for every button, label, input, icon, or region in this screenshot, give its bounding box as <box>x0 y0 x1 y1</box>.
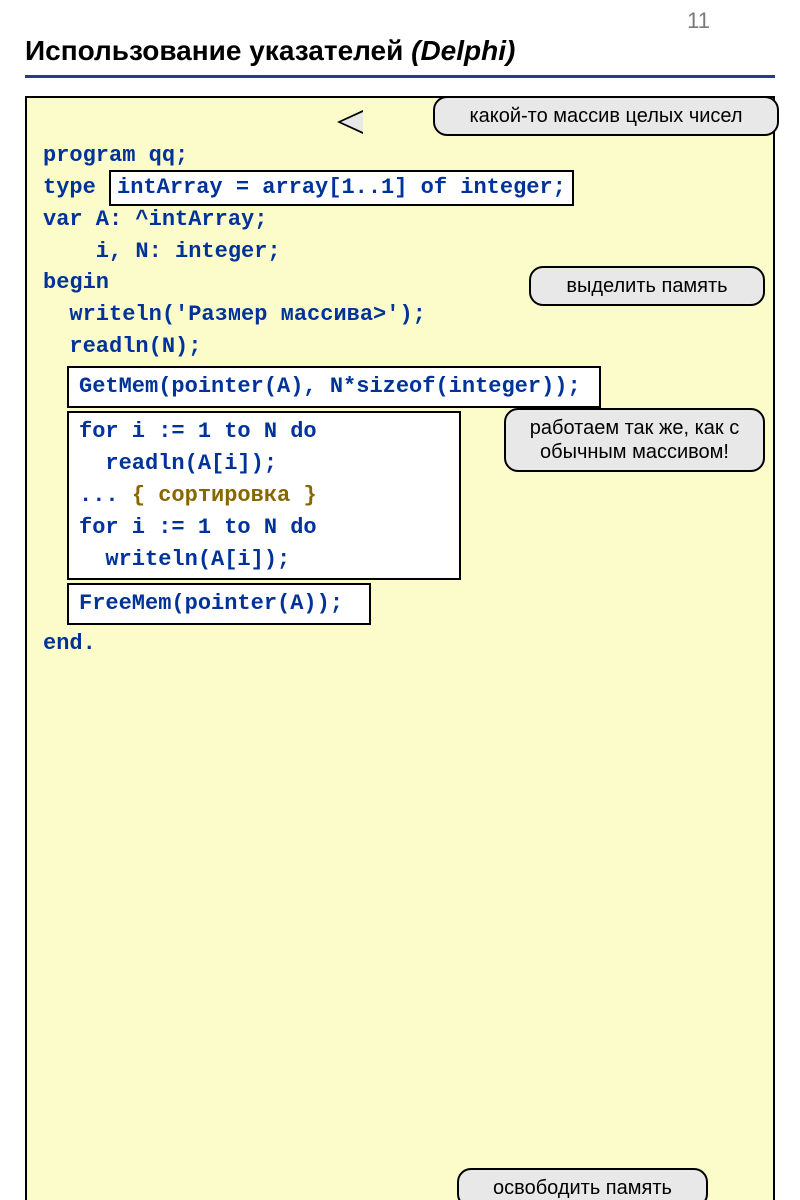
code-comment: { сортировка } <box>132 483 317 508</box>
slide: 11 Использование указателей (Delphi) pro… <box>0 0 800 600</box>
slide-title: Использование указателей (Delphi) <box>25 35 775 67</box>
freemem-box: FreeMem(pointer(A)); <box>67 583 371 625</box>
callout-alloc: выделить память <box>529 266 765 306</box>
loop-box: for i := 1 to N do readln(A[i]); ... { с… <box>67 411 461 580</box>
code-line: FreeMem(pointer(A)); <box>79 591 343 616</box>
code-line: writeln(A[i]); <box>79 547 290 572</box>
code-line: for i := 1 to N do <box>79 419 317 444</box>
callout-tail <box>341 112 363 132</box>
type-decl-box: intArray = array[1..1] of integer; <box>109 170 574 206</box>
code-line: readln(N); <box>43 334 201 359</box>
code-line: begin <box>43 270 109 295</box>
title-language: (Delphi) <box>411 35 515 66</box>
code-line: for i := 1 to N do <box>79 515 317 540</box>
code-line: GetMem(pointer(A), N*sizeof(integer)); <box>79 374 581 399</box>
code-line: var A: ^intArray; <box>43 207 267 232</box>
callout-free: освободить память <box>457 1168 708 1200</box>
code-listing: program qq; type intArray = array[1..1] … <box>25 96 775 1200</box>
title-main: Использование указателей <box>25 35 411 66</box>
code-line: i, N: integer; <box>43 239 281 264</box>
code-line: writeln('Размер массива>'); <box>43 302 426 327</box>
callout-usage: работаем так же, как с обычным массивом! <box>504 408 765 472</box>
code-line: ... <box>79 483 132 508</box>
page-number: 11 <box>687 8 710 34</box>
callout-array: какой-то массив целых чисел <box>433 96 779 136</box>
title-underline <box>25 75 775 78</box>
getmem-box: GetMem(pointer(A), N*sizeof(integer)); <box>67 366 601 408</box>
code-line: end. <box>43 631 96 656</box>
code-line: program qq; <box>43 143 188 168</box>
code-line: readln(A[i]); <box>79 451 277 476</box>
code-line: type <box>43 175 109 200</box>
